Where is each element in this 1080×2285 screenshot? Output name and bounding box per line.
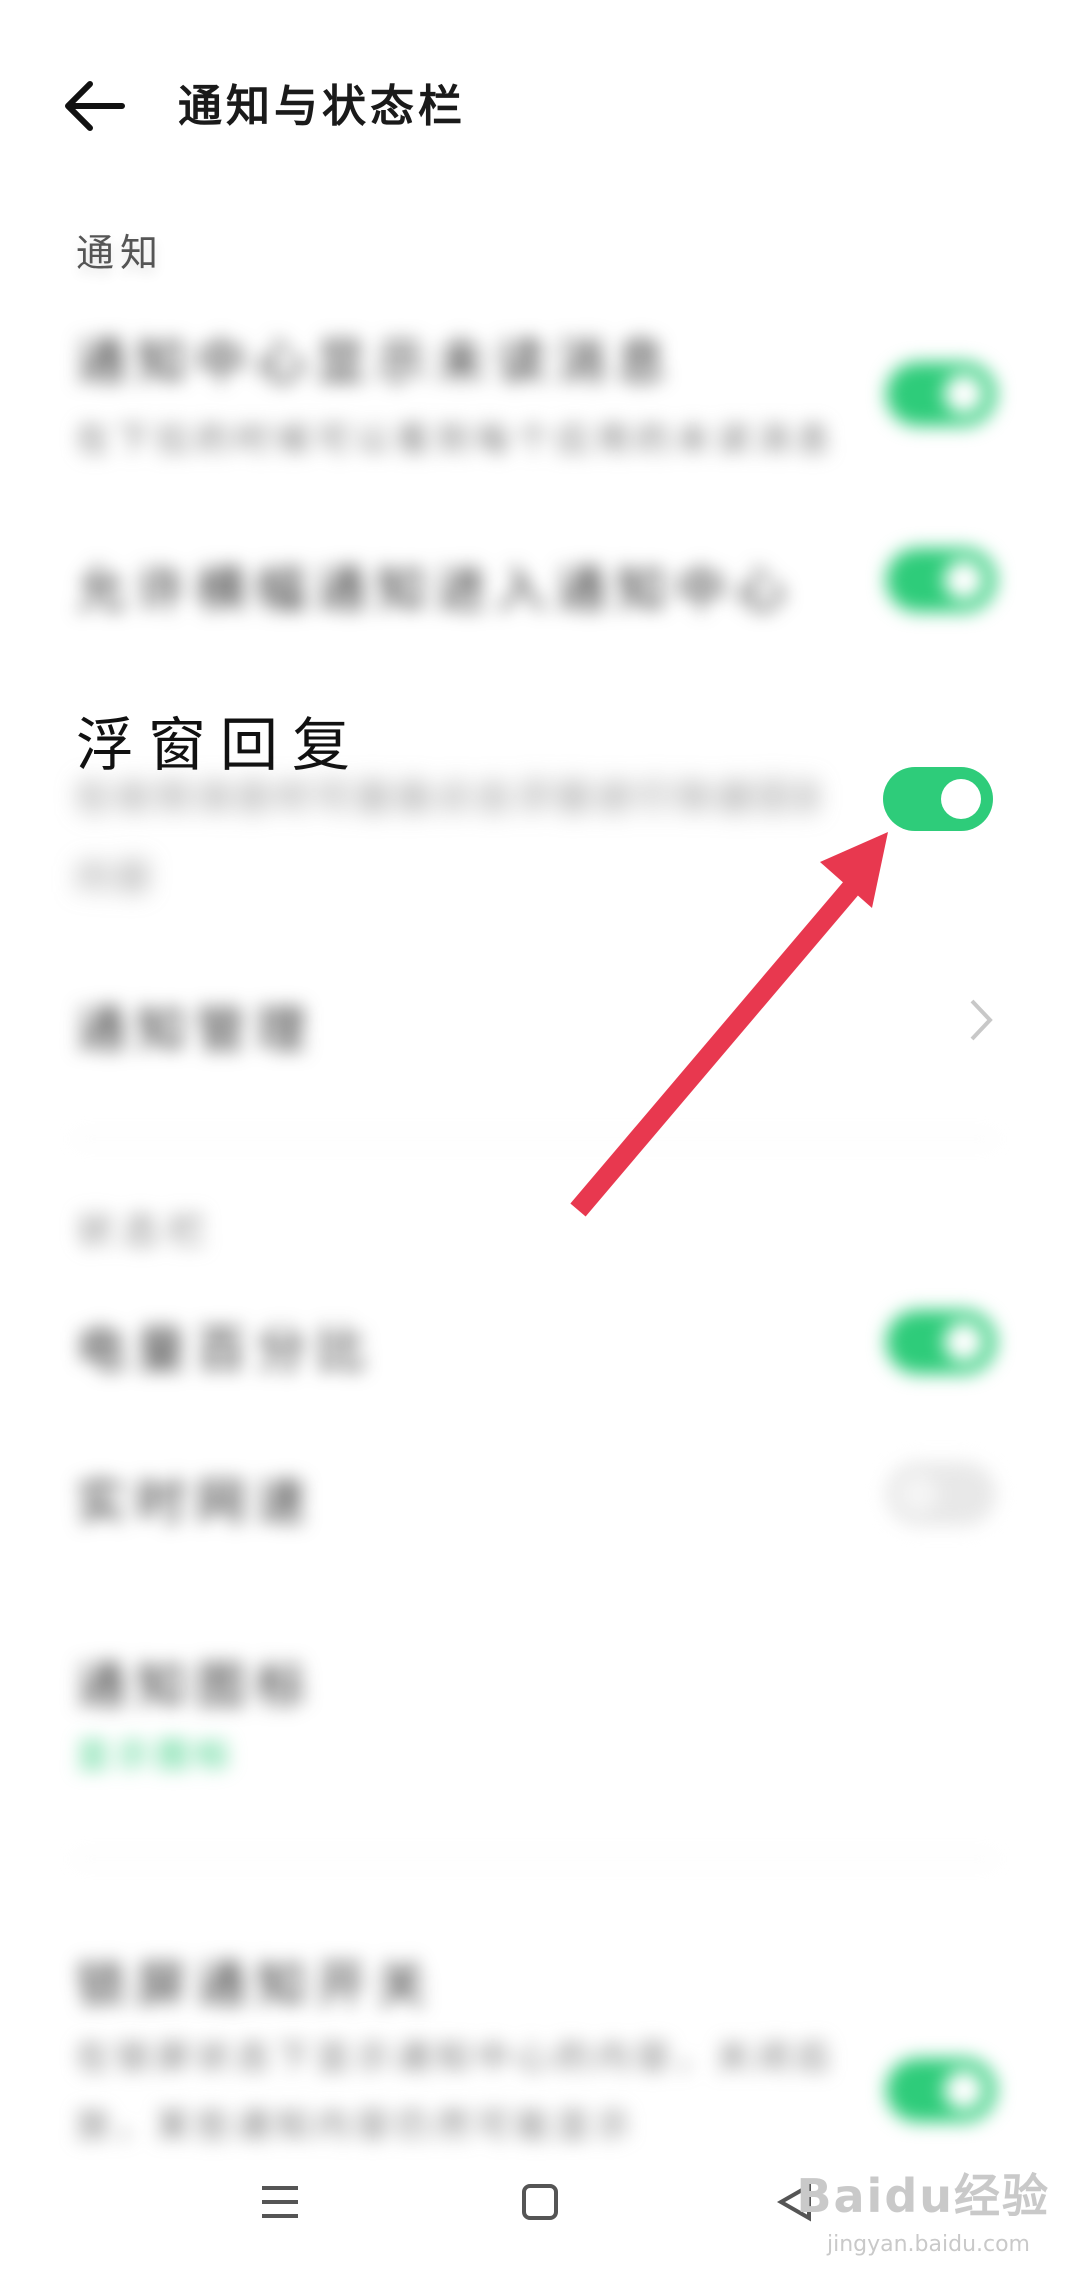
home-square-icon xyxy=(522,2184,558,2220)
menu-icon xyxy=(262,2186,298,2218)
annotation-arrow-icon xyxy=(570,832,888,1217)
home-nav-button[interactable] xyxy=(510,2172,570,2236)
menu-nav-button[interactable] xyxy=(250,2172,310,2236)
watermark-url: jingyan.baidu.com xyxy=(826,2232,1030,2257)
watermark-logo: Baidu经验 xyxy=(796,2169,1050,2223)
